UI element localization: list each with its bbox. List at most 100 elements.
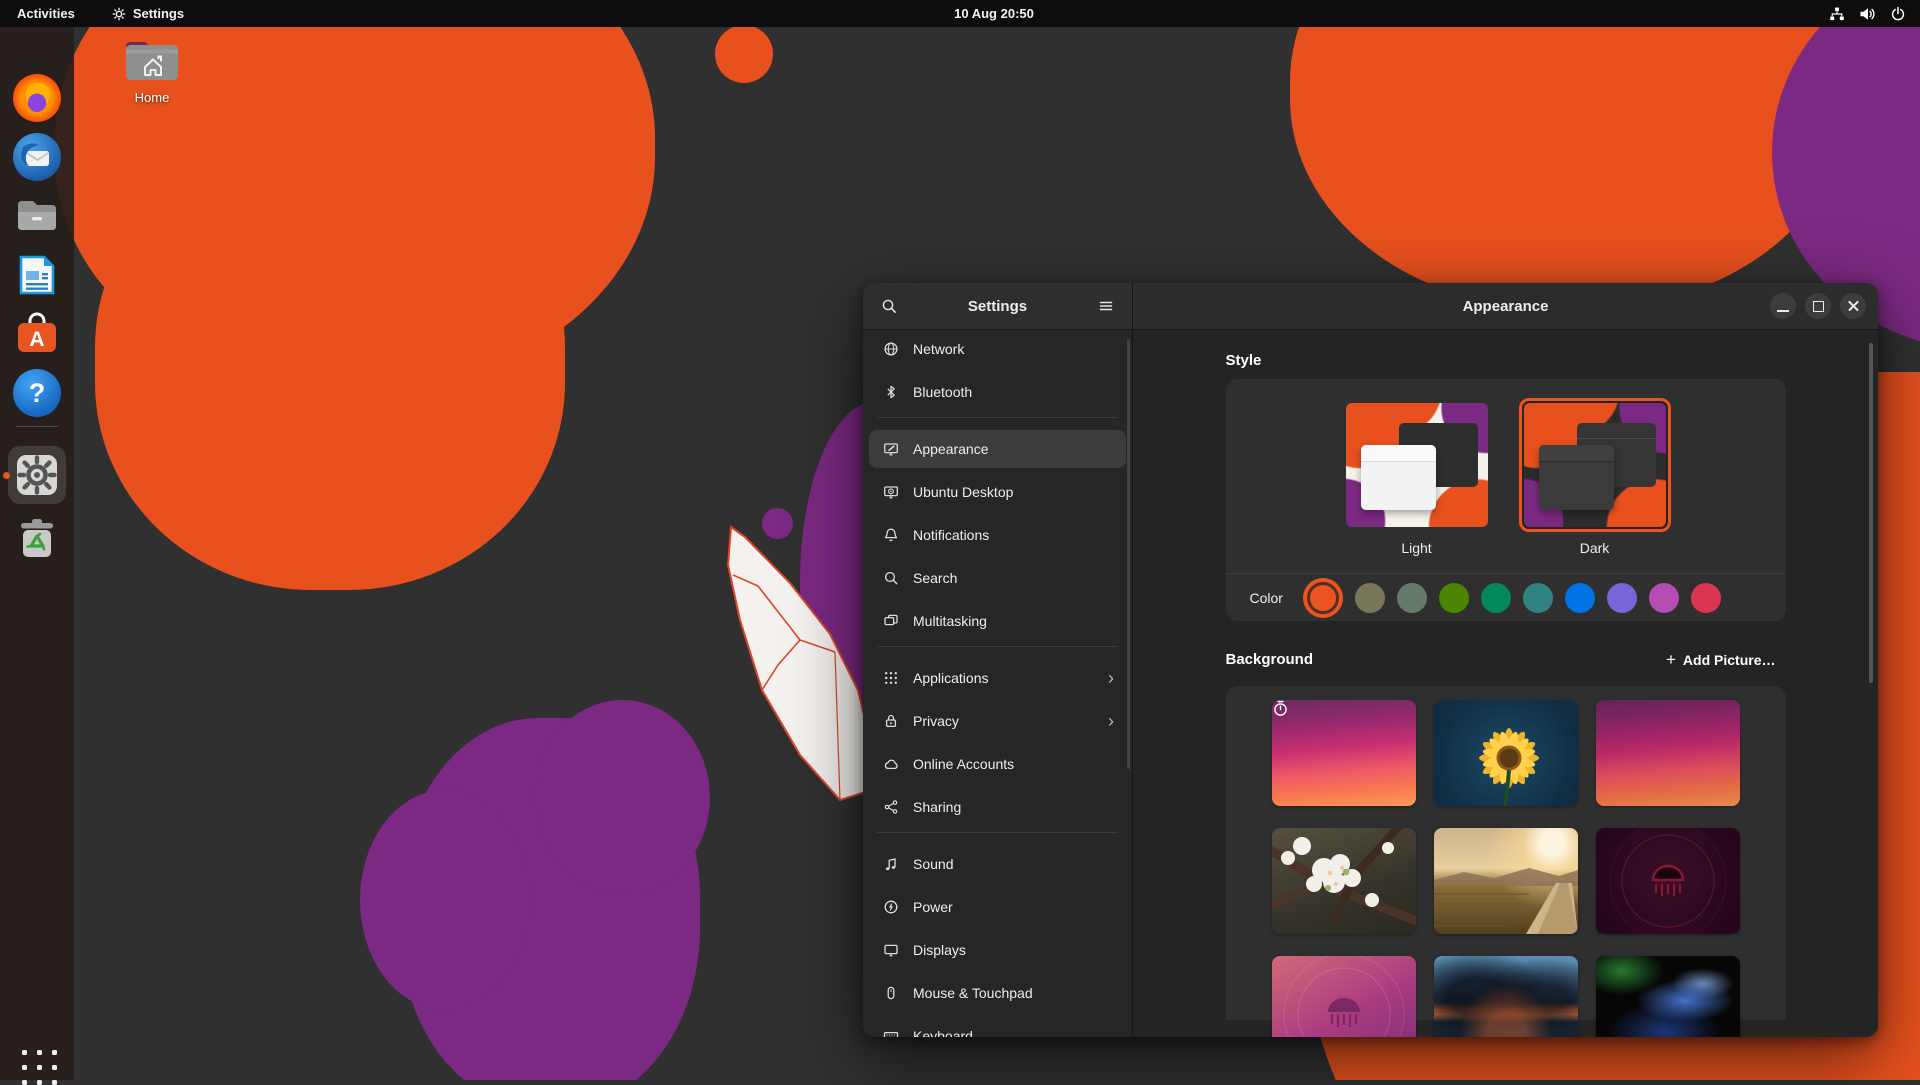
wallpaper-thumb-golden-field-path[interactable]: [1434, 828, 1578, 934]
wallpaper-blob: [715, 25, 773, 83]
app-menu-label: Settings: [133, 6, 184, 21]
sidebar-item-bluetooth[interactable]: Bluetooth: [869, 373, 1126, 411]
desktop-icon-home[interactable]: Home: [120, 36, 184, 105]
wallpaper-thumb-yellow-flower[interactable]: [1434, 700, 1578, 806]
style-option-label: Light: [1341, 540, 1493, 556]
color-swatch-prussian-green[interactable]: [1523, 583, 1553, 613]
color-swatch-viridian[interactable]: [1481, 583, 1511, 613]
sidebar-item-privacy[interactable]: Privacy ›: [869, 702, 1126, 740]
volume-icon: [1859, 6, 1876, 22]
dock-item-settings[interactable]: [13, 451, 61, 499]
chevron-right-icon: ›: [1108, 712, 1114, 730]
multitasking-icon: [883, 613, 899, 629]
wallpaper-blob: [95, 140, 565, 590]
wallpaper-thumb-wavy-gradient-dark[interactable]: [1596, 700, 1740, 806]
dock-item-trash[interactable]: [13, 515, 61, 563]
wallpaper-thumb-jellyfish-pink[interactable]: [1272, 956, 1416, 1037]
sidebar-item-applications[interactable]: Applications ›: [869, 659, 1126, 697]
sidebar-separator: [877, 417, 1118, 418]
primary-menu-button[interactable]: [1090, 290, 1122, 322]
sidebar-item-label: Multitasking: [913, 613, 987, 629]
sidebar-separator: [877, 832, 1118, 833]
style-option-dark[interactable]: Dark: [1519, 398, 1671, 573]
style-option-light[interactable]: Light: [1341, 398, 1493, 573]
dock-item-libreoffice-writer[interactable]: [13, 251, 61, 299]
dock-item-thunderbird[interactable]: [13, 133, 61, 181]
sidebar-item-sharing[interactable]: Sharing: [869, 788, 1126, 826]
dock-item-files[interactable]: [13, 192, 61, 240]
sidebar-item-mouse-touchpad[interactable]: Mouse & Touchpad: [869, 974, 1126, 1012]
sidebar-item-online-accounts[interactable]: Online Accounts: [869, 745, 1126, 783]
sidebar-item-notifications[interactable]: Notifications: [869, 516, 1126, 554]
files-icon: [13, 192, 61, 240]
appearance-panel: Appearance Style: [1133, 283, 1878, 1037]
settings-window: Settings Network Bluet: [863, 283, 1878, 1037]
sidebar-item-label: Sound: [913, 856, 953, 872]
sidebar-item-ubuntu-desktop[interactable]: Ubuntu Desktop: [869, 473, 1126, 511]
search-button[interactable]: [873, 290, 905, 322]
sidebar-item-appearance[interactable]: Appearance: [869, 430, 1126, 468]
color-swatch-blue[interactable]: [1565, 583, 1595, 613]
sidebar-item-displays[interactable]: Displays: [869, 931, 1126, 969]
color-swatch-red[interactable]: [1691, 583, 1721, 613]
dock: A ?: [0, 27, 74, 1080]
color-swatch-bark[interactable]: [1355, 583, 1385, 613]
dock-separator: [16, 426, 58, 427]
wallpaper-thumb-jellyfish-dark[interactable]: [1596, 828, 1740, 934]
sidebar-item-multitasking[interactable]: Multitasking: [869, 602, 1126, 640]
wallpaper-thumb-lake-sunset[interactable]: [1434, 956, 1578, 1037]
wallpaper-mascot-horn: [720, 515, 880, 815]
wallpaper-thumb-blue-fractal[interactable]: [1596, 956, 1740, 1037]
color-swatch-magenta[interactable]: [1649, 583, 1679, 613]
style-card: Light Dark: [1226, 379, 1786, 621]
sidebar-title: Settings: [968, 298, 1027, 315]
color-swatch-orange[interactable]: [1303, 578, 1343, 618]
sidebar-item-label: Search: [913, 570, 957, 586]
mouse-icon: [883, 985, 899, 1001]
chevron-right-icon: ›: [1108, 669, 1114, 687]
sidebar-item-sound[interactable]: Sound: [869, 845, 1126, 883]
notifications-icon: [883, 527, 899, 543]
wallpaper-thumb-wavy-gradient[interactable]: [1272, 700, 1416, 806]
sidebar-item-label: Privacy: [913, 713, 959, 729]
bluetooth-icon: [883, 384, 899, 400]
sidebar-item-network[interactable]: Network: [869, 330, 1126, 368]
sidebar-item-label: Keyboard: [913, 1028, 973, 1037]
dock-item-ubuntu-software[interactable]: A: [13, 310, 61, 358]
main-scrollbar[interactable]: [1869, 343, 1873, 683]
sidebar-item-label: Network: [913, 341, 964, 357]
style-option-label: Dark: [1519, 540, 1671, 556]
gear-icon: [112, 7, 126, 21]
applications-icon: [883, 670, 899, 686]
appearance-content: Style Light: [1133, 330, 1878, 1037]
wallpaper-blob: [1290, 0, 1850, 310]
sidebar-item-label: Bluetooth: [913, 384, 972, 400]
color-swatch-olive[interactable]: [1439, 583, 1469, 613]
app-menu-button[interactable]: Settings: [112, 6, 184, 21]
color-swatch-sage[interactable]: [1397, 583, 1427, 613]
dock-item-firefox[interactable]: [13, 74, 61, 122]
timed-wallpaper-icon: [1272, 700, 1289, 717]
flower-graphic: [1434, 700, 1578, 806]
maximize-button[interactable]: [1805, 293, 1831, 319]
field-graphic: [1434, 828, 1578, 934]
sidebar-item-power[interactable]: Power: [869, 888, 1126, 926]
sidebar-item-keyboard[interactable]: Keyboard: [869, 1017, 1126, 1037]
dock-item-help[interactable]: ?: [13, 369, 61, 417]
minimize-button[interactable]: [1770, 293, 1796, 319]
clock[interactable]: 10 Aug 20:50: [954, 6, 1034, 21]
light-style-preview: [1341, 398, 1493, 532]
keyboard-icon: [883, 1028, 899, 1037]
color-swatch-purple[interactable]: [1607, 583, 1637, 613]
sharing-icon: [883, 799, 899, 815]
activities-button[interactable]: Activities: [17, 6, 75, 21]
sidebar-item-label: Power: [913, 899, 953, 915]
background-grid: [1226, 686, 1786, 1020]
sidebar-item-search[interactable]: Search: [869, 559, 1126, 597]
wallpaper-thumb-white-blossom[interactable]: [1272, 828, 1416, 934]
system-tray[interactable]: [1829, 6, 1906, 22]
add-picture-button[interactable]: + Add Picture…: [1656, 645, 1786, 674]
close-button[interactable]: [1840, 293, 1866, 319]
sidebar-scrollbar[interactable]: [1127, 339, 1130, 769]
libreoffice-writer-icon: [13, 251, 61, 299]
